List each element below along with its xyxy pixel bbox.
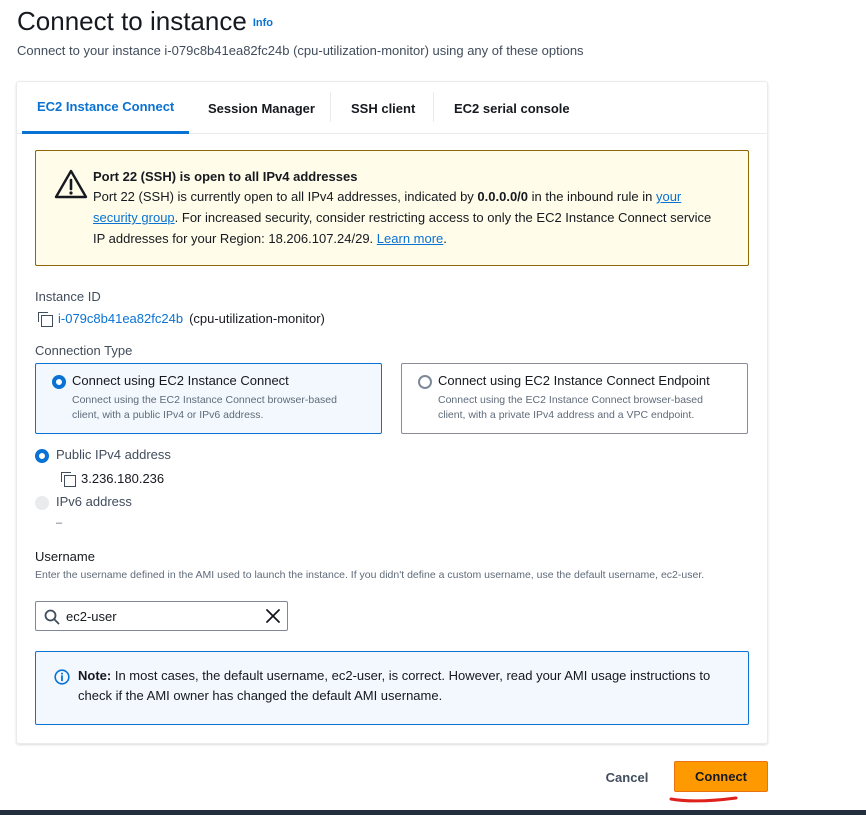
- instance-id-link[interactable]: i-079c8b41ea82fc24b: [58, 311, 183, 326]
- connect-panel: EC2 Instance Connect Session Manager SSH…: [16, 81, 768, 744]
- public-ipv4-label: Public IPv4 address: [56, 447, 171, 462]
- tab-bar: EC2 Instance Connect Session Manager SSH…: [17, 82, 767, 134]
- tab-ec2-serial-console[interactable]: EC2 serial console: [454, 82, 570, 134]
- cancel-button[interactable]: Cancel: [592, 762, 662, 792]
- username-label: Username: [35, 549, 95, 564]
- note-text: Note: In most cases, the default usernam…: [78, 666, 728, 706]
- warning-body: Port 22 (SSH) is currently open to all I…: [93, 186, 713, 249]
- username-note-alert: Note: In most cases, the default usernam…: [35, 651, 749, 725]
- learn-more-link[interactable]: Learn more: [377, 231, 443, 246]
- ipv6-value: –: [56, 517, 63, 529]
- info-icon: [54, 669, 70, 685]
- instance-id-label: Instance ID: [35, 289, 101, 304]
- ipv6-radio: [35, 496, 49, 510]
- tab-ssh-client[interactable]: SSH client: [351, 82, 415, 134]
- warning-text: .: [443, 231, 447, 246]
- public-ipv4-radio[interactable]: [35, 449, 49, 463]
- connect-button[interactable]: Connect: [674, 761, 768, 792]
- page-title-text: Connect to instance: [17, 6, 247, 36]
- copy-icon[interactable]: [38, 311, 53, 327]
- username-field[interactable]: [35, 601, 288, 631]
- instance-id-row: i-079c8b41ea82fc24b (cpu-utilization-mon…: [38, 311, 325, 327]
- red-underline-annotation: [669, 796, 738, 803]
- warning-text: in the inbound rule in: [528, 189, 656, 204]
- info-link[interactable]: Info: [253, 17, 273, 29]
- bottom-bar: [0, 810, 866, 815]
- tab-ec2-instance-connect[interactable]: EC2 Instance Connect: [22, 82, 190, 134]
- option-description: Connect using the EC2 Instance Connect b…: [72, 394, 337, 421]
- option-title: Connect using EC2 Instance Connect: [72, 373, 289, 388]
- page-title: Connect to instance Info: [17, 6, 273, 37]
- note-bold: Note:: [78, 668, 112, 683]
- username-description: Enter the username defined in the AMI us…: [35, 569, 705, 581]
- tab-divider: [433, 92, 434, 122]
- connection-option-endpoint[interactable]: Connect using EC2 Instance Connect Endpo…: [401, 363, 748, 434]
- copy-icon[interactable]: [61, 471, 76, 487]
- warning-icon: [54, 169, 88, 199]
- ipv6-label: IPv6 address: [56, 494, 132, 509]
- warning-title: Port 22 (SSH) is open to all IPv4 addres…: [93, 169, 358, 184]
- option-description: Connect using the EC2 Instance Connect b…: [438, 394, 703, 421]
- connection-option-instance-connect[interactable]: Connect using EC2 Instance Connect Conne…: [35, 363, 382, 434]
- warning-text: Port 22 (SSH) is currently open to all I…: [93, 189, 478, 204]
- search-icon: [44, 609, 60, 625]
- tab-session-manager[interactable]: Session Manager: [208, 82, 315, 134]
- radio-unselected[interactable]: [418, 375, 432, 389]
- public-ipv4-row: 3.236.180.236: [61, 471, 165, 487]
- username-input[interactable]: [66, 602, 256, 630]
- ssh-warning-alert: Port 22 (SSH) is open to all IPv4 addres…: [35, 150, 749, 266]
- connection-type-label: Connection Type: [35, 343, 133, 358]
- radio-selected[interactable]: [52, 375, 66, 389]
- page-subtitle: Connect to your instance i-079c8b41ea82f…: [17, 43, 584, 58]
- instance-name: (cpu-utilization-monitor): [189, 311, 325, 326]
- public-ipv4-value: 3.236.180.236: [81, 471, 165, 486]
- warning-cidr: 0.0.0.0/0: [477, 189, 529, 204]
- note-body: In most cases, the default username, ec2…: [78, 668, 711, 703]
- option-title: Connect using EC2 Instance Connect Endpo…: [438, 373, 710, 388]
- tab-divider: [330, 92, 331, 122]
- close-icon[interactable]: [265, 608, 281, 624]
